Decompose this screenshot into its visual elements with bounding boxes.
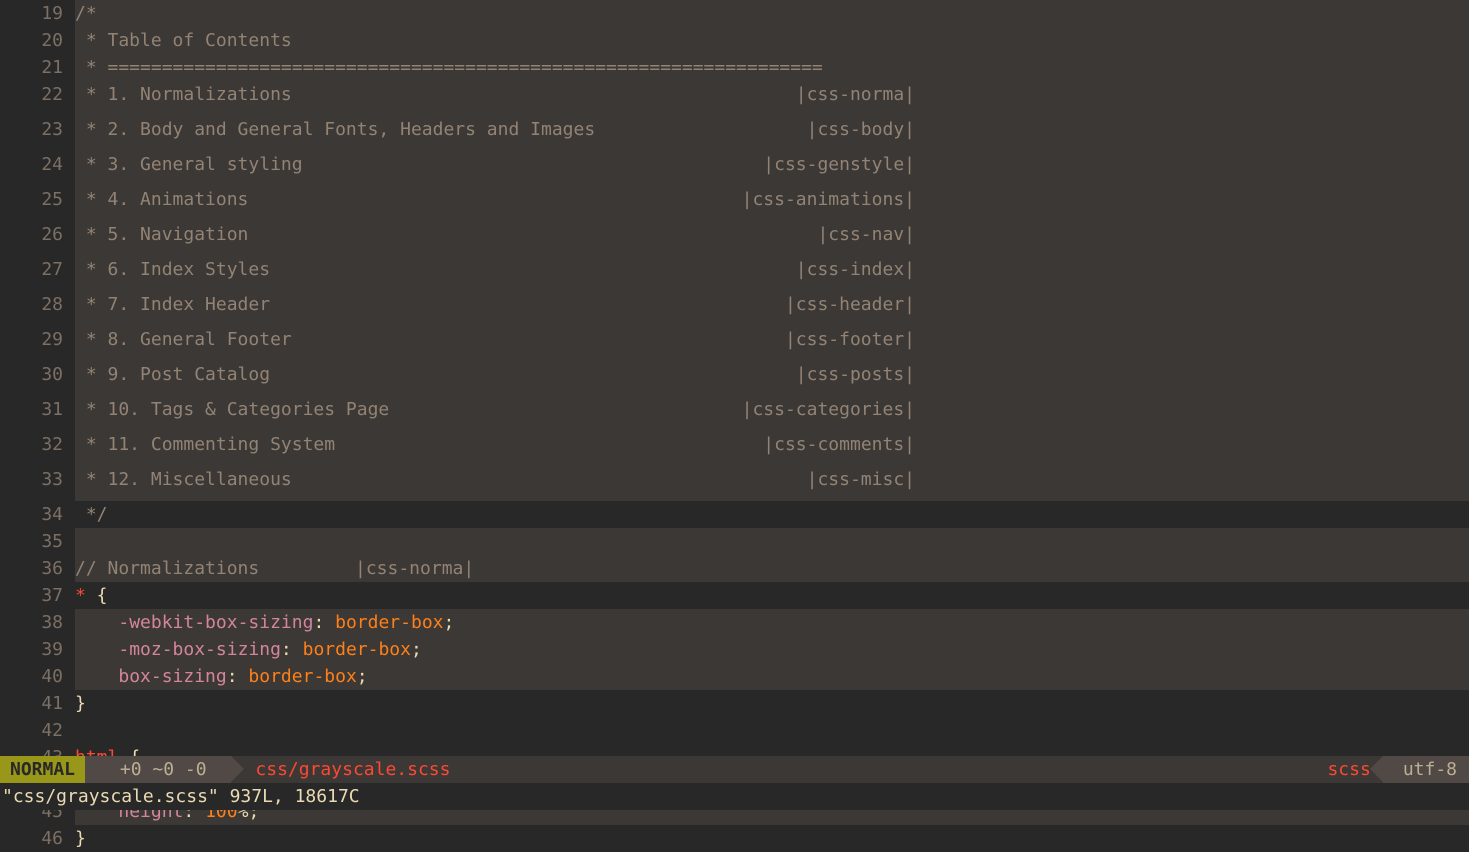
line-number: 23 [0,116,75,151]
line-number: 31 [0,396,75,431]
code-text: } [75,690,1469,717]
line-number: 26 [0,221,75,256]
empty-line [75,528,1469,555]
line-number: 40 [0,663,75,690]
line-number: 21 [0,54,75,81]
toc-item: * 6. Index Styles|css-index| [75,256,1469,291]
toc-item: * 1. Normalizations|css-norma| [75,81,1469,116]
vim-mode-indicator: NORMAL [0,756,85,783]
line-number: 29 [0,326,75,361]
line-number: 19 [0,0,75,27]
line-number: 46 [0,825,75,852]
line-number: 33 [0,466,75,501]
empty-line [75,717,1469,744]
line-number: 25 [0,186,75,221]
line-number: 34 [0,501,75,528]
line-number: 20 [0,27,75,54]
toc-item: * 7. Index Header|css-header| [75,291,1469,326]
git-status: +0 ~0 -0 [85,756,231,783]
code-text: /* [75,0,1469,27]
toc-item: * 11. Commenting System|css-comments| [75,431,1469,466]
line-number: 32 [0,431,75,466]
toc-item: * 10. Tags & Categories Page|css-categor… [75,396,1469,431]
toc-item: * 2. Body and General Fonts, Headers and… [75,116,1469,151]
section-comment: // Normalizations|css-norma| [75,555,1469,582]
line-number: 42 [0,717,75,744]
toc-item: * 5. Navigation|css-nav| [75,221,1469,256]
code-text: * ======================================… [75,54,1469,81]
line-number: 35 [0,528,75,555]
line-number: 30 [0,361,75,396]
line-number: 41 [0,690,75,717]
code-text: box-sizing: border-box; [75,663,1469,690]
command-line[interactable]: "css/grayscale.scss" 937L, 18617C [0,783,1469,810]
toc-item: * 8. General Footer|css-footer| [75,326,1469,361]
code-text: */ [75,501,1469,528]
editor-area[interactable]: 19/* 20 * Table of Contents 21 * =======… [0,0,1469,756]
code-text: } [75,825,1469,852]
code-text: * Table of Contents [75,27,1469,54]
status-line: NORMAL +0 ~0 -0 css/grayscale.scss scss … [0,756,1469,783]
line-number: 28 [0,291,75,326]
code-text: -webkit-box-sizing: border-box; [75,609,1469,636]
encoding-indicator: utf-8 [1383,756,1469,783]
line-number: 39 [0,636,75,663]
line-number: 24 [0,151,75,186]
code-text: * { [75,582,1469,609]
line-number: 36 [0,555,75,582]
toc-item: * 3. General styling|css-genstyle| [75,151,1469,186]
line-number: 27 [0,256,75,291]
line-number: 22 [0,81,75,116]
line-number: 37 [0,582,75,609]
toc-item: * 4. Animations|css-animations| [75,186,1469,221]
toc-item: * 12. Miscellaneous|css-misc| [75,466,1469,501]
line-number: 38 [0,609,75,636]
toc-item: * 9. Post Catalog|css-posts| [75,361,1469,396]
file-path: css/grayscale.scss [231,756,450,783]
code-text: -moz-box-sizing: border-box; [75,636,1469,663]
